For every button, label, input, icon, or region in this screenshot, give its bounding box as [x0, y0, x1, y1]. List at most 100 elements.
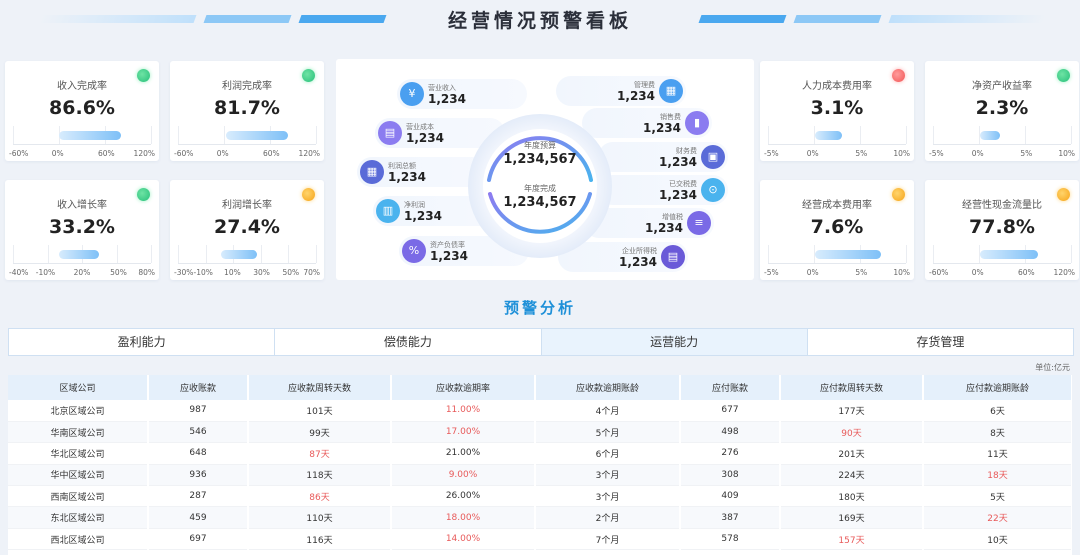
tick-label: -60%: [9, 149, 29, 158]
tab-inventory[interactable]: 存货管理: [808, 329, 1073, 355]
table-cell: 2个月: [535, 506, 681, 529]
metric-pill: ▣ 财务费 1,234: [598, 142, 728, 172]
metric-pill: ▦ 管理费 1,234: [556, 76, 686, 106]
table-cell: 西南区域公司: [8, 485, 149, 508]
table-cell: 21.00%: [391, 442, 536, 465]
metric-pill: ⊙ 已交税费 1,234: [598, 175, 728, 205]
kpi-label: 人力成本费用率: [802, 81, 872, 92]
receipt-icon: ▤: [661, 245, 685, 269]
kpi-label: 利润完成率: [222, 81, 272, 92]
kpi-card: 经营成本费用率 7.6% -5% 0% 5% 10%: [760, 180, 914, 280]
tick-label: 20%: [73, 268, 91, 277]
tick-label: -10%: [193, 268, 213, 277]
kpi-tick-labels: -60% 0% 60% 120%: [929, 268, 1075, 278]
bar-chart-icon: ▮: [685, 111, 709, 135]
table-cell: 87天: [248, 442, 392, 465]
header-decoration: [793, 15, 882, 23]
table-cell: 22天: [923, 506, 1072, 529]
calendar-icon: ▦: [659, 79, 683, 103]
table-row[interactable]: 西南区域公司 287 86天 26.00% 3个月 409 180天 5天: [8, 485, 1072, 508]
table-cell: 5天: [923, 485, 1072, 508]
table-row[interactable]: 西北区域公司 697 116天 14.00% 7个月 578 157天 10天: [8, 528, 1072, 551]
kpi-label: 利润增长率: [222, 200, 272, 211]
tick-label: 50%: [282, 268, 300, 277]
table-cell: 180天: [780, 485, 924, 508]
tick-label: 5%: [855, 268, 868, 277]
kpi-card: 经营性现金流量比 77.8% -60% 0% 60% 120%: [925, 180, 1079, 280]
tick-label: 0%: [806, 149, 819, 158]
metric-value: 1,234: [388, 170, 426, 184]
table-cell: 3个月: [535, 485, 681, 508]
tab-profitability[interactable]: 盈利能力: [9, 329, 276, 355]
header-decoration: [698, 15, 787, 23]
table-cell: 459: [148, 506, 249, 529]
metric-value: 1,234: [617, 89, 655, 103]
kpi-tick-labels: -60% 0% 60% 120%: [9, 149, 155, 159]
tab-solvency[interactable]: 偿债能力: [275, 329, 542, 355]
kpi-scale: [933, 123, 1072, 145]
table-cell: 99天: [248, 421, 392, 444]
tab-operations[interactable]: 运营能力: [541, 329, 808, 355]
tick-label: -60%: [174, 149, 194, 158]
kpi-value: 2.3%: [975, 97, 1029, 119]
kpi-label: 经营成本费用率: [802, 200, 872, 211]
cost-icon: ▤: [378, 121, 402, 145]
tick-label: 0%: [216, 149, 229, 158]
status-indicator-icon: [137, 69, 150, 82]
header-decoration: [888, 15, 1047, 23]
kpi-progress-bar: [221, 250, 257, 259]
kpi-card: 净资产收益率 2.3% -5% 0% 5% 10%: [925, 61, 1079, 161]
column-header: 应收款逾期率: [391, 375, 536, 400]
status-indicator-icon: [892, 188, 905, 201]
kpi-value: 27.4%: [214, 216, 280, 238]
column-header: 应收账款: [148, 375, 249, 400]
table-header: 区域公司 应收账款 应收款周转天数 应收款逾期率 应收款逾期账龄 应付账款 应付…: [8, 375, 1072, 400]
tick-label: 60%: [262, 149, 280, 158]
table-row[interactable]: 华中区域公司 936 118天 9.00% 3个月 308 224天 18天: [8, 464, 1072, 487]
tick-label: 60%: [97, 149, 115, 158]
ratio-icon: %: [402, 239, 426, 263]
table-cell: 546: [148, 421, 249, 444]
table-cell: 5个月: [535, 421, 681, 444]
table-cell: 169天: [780, 506, 924, 529]
table-cell: 409: [680, 485, 781, 508]
table-cell: 9.00%: [391, 464, 536, 487]
tick-label: -5%: [764, 149, 779, 158]
metric-value: 1,234: [643, 121, 681, 135]
table-cell: 987: [148, 400, 249, 422]
table-cell: 677: [680, 400, 781, 422]
tick-label: -5%: [929, 149, 944, 158]
table-row[interactable]: 华北区域公司 648 87天 21.00% 6个月 276 201天 11天: [8, 442, 1072, 465]
table-cell: 14.00%: [391, 528, 536, 551]
table-row[interactable]: 北京区域公司 987 101天 11.00% 4个月 677 177天 6天: [8, 400, 1072, 422]
table-cell: 578: [680, 528, 781, 551]
status-indicator-icon: [302, 69, 315, 82]
table-cell: 177天: [780, 400, 924, 422]
table-row[interactable]: 华南区域公司 546 99天 17.00% 5个月 498 90天 8天: [8, 421, 1072, 444]
status-indicator-icon: [302, 188, 315, 201]
kpi-value: 86.6%: [49, 97, 115, 119]
tick-label: 0%: [971, 268, 984, 277]
status-indicator-icon: [137, 188, 150, 201]
kpi-tick-labels: -5% 0% 5% 10%: [929, 149, 1075, 159]
tick-label: 5%: [1020, 149, 1033, 158]
table-cell: 201天: [780, 442, 924, 465]
table-cell: 华北区域公司: [8, 442, 149, 465]
table-cell: 110天: [248, 506, 392, 529]
wallet-icon: ▣: [701, 145, 725, 169]
table-cell: 157天: [780, 528, 924, 551]
layers-icon: ≡: [687, 211, 711, 235]
kpi-progress-bar: [59, 131, 121, 140]
tick-label: 10%: [224, 268, 241, 277]
budget-value: 1,234,567: [503, 152, 577, 167]
kpi-progress-bar: [59, 250, 99, 259]
table-cell: 华南区域公司: [8, 421, 149, 444]
kpi-label: 净资产收益率: [972, 81, 1032, 92]
tick-label: -30%: [174, 268, 194, 277]
annual-ring: 年度预算 1,234,567 年度完成 1,234,567: [464, 110, 616, 262]
tick-label: 0%: [806, 268, 819, 277]
kpi-value: 3.1%: [810, 97, 864, 119]
kpi-progress-bar: [226, 131, 288, 140]
table-row[interactable]: 东北区域公司 459 110天 18.00% 2个月 387 169天 22天: [8, 506, 1072, 529]
status-indicator-icon: [1057, 188, 1070, 201]
